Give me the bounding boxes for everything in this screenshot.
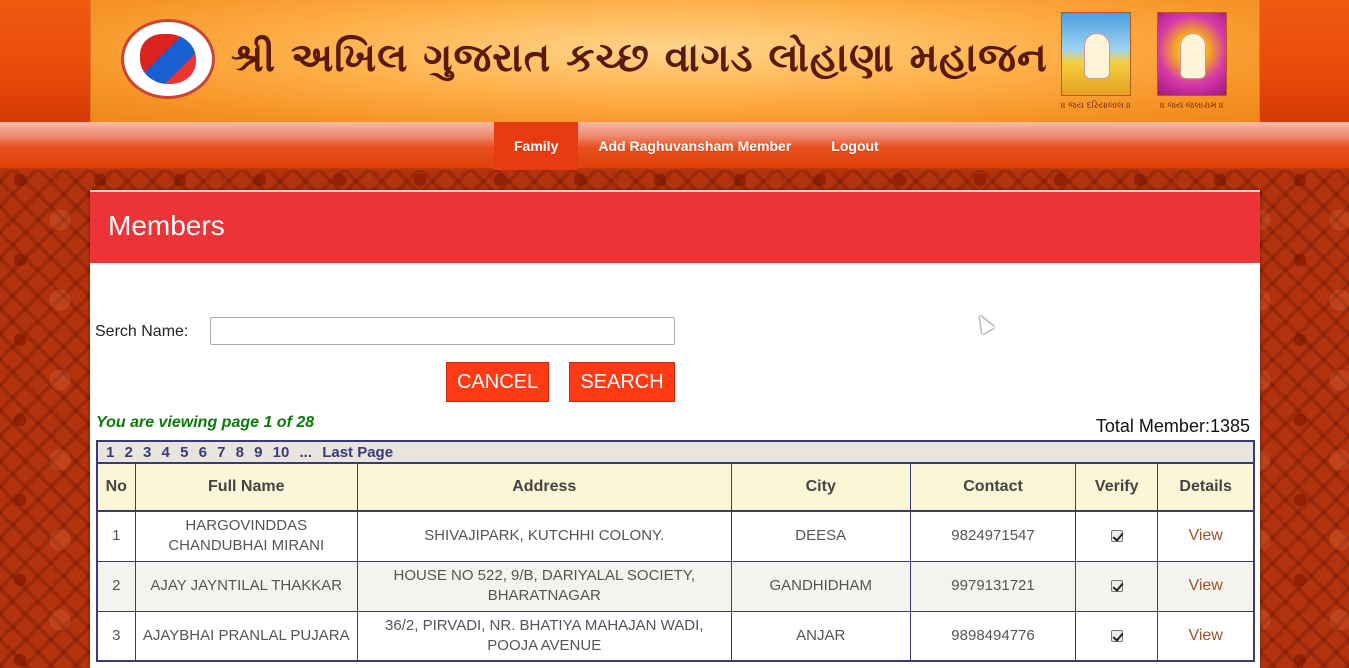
verified-checkbox[interactable] — [1110, 629, 1123, 642]
page-title: Members — [108, 210, 225, 241]
verified-checkbox[interactable] — [1110, 580, 1123, 593]
cell-details: View — [1157, 610, 1255, 662]
table-header-row: No Full Name Address City Contact Verify… — [96, 462, 1255, 512]
table-row: 3 AJAYBHAI PRANLAL PUJARA 36/2, PIRVADI,… — [96, 610, 1255, 662]
cell-full-name: HARGOVINDDAS CHANDUBHAI MIRANI — [134, 510, 358, 562]
total-members: Total Member:1385 — [1095, 416, 1250, 436]
cell-address: 36/2, PIRVADI, NR. BHATIYA MAHAJAN WADI,… — [356, 610, 732, 662]
cell-contact: 9824971547 — [909, 510, 1077, 562]
nav-logout[interactable]: Logout — [811, 122, 898, 170]
page-link-1[interactable]: 1 — [106, 444, 114, 461]
jalaram-image — [1157, 12, 1227, 96]
mahajan-logo — [121, 19, 215, 99]
cell-contact: 9979131721 — [909, 560, 1077, 612]
table-row: 1 HARGOVINDDAS CHANDUBHAI MIRANI SHIVAJI… — [96, 510, 1255, 562]
cell-verify — [1075, 510, 1159, 562]
table-row: 2 AJAY JAYNTILAL THAKKAR HOUSE NO 522, 9… — [96, 560, 1255, 612]
cell-address: SHIVAJIPARK, KUTCHHI COLONY. — [356, 510, 732, 562]
panel-header — [90, 190, 1260, 263]
cancel-button[interactable]: CANCEL — [446, 362, 549, 402]
cell-verify — [1075, 610, 1159, 662]
page-link-6[interactable]: 6 — [199, 444, 207, 461]
page-link-2[interactable]: 2 — [125, 444, 133, 461]
verified-checkbox[interactable] — [1110, 530, 1123, 543]
page-link-10[interactable]: 10 — [273, 444, 290, 461]
page-indicator: You are viewing page 1 of 28 — [96, 414, 315, 431]
cell-city: DEESA — [730, 510, 911, 562]
dariyalal-image — [1061, 12, 1131, 96]
col-city: City — [730, 462, 911, 512]
deity-caption-1: ॥ જય દરિયાલાલ ॥ — [1061, 100, 1131, 110]
page-link-8[interactable]: 8 — [236, 444, 244, 461]
col-details: Details — [1157, 462, 1255, 512]
col-full-name: Full Name — [134, 462, 358, 512]
page-link-7[interactable]: 7 — [217, 444, 225, 461]
nav-add-raghuvansham-member[interactable]: Add Raghuvansham Member — [578, 122, 811, 170]
deity-caption-2: ॥ જય જલારામ ॥ — [1160, 100, 1224, 110]
cell-address: HOUSE NO 522, 9/B, DARIYALAL SOCIETY, BH… — [356, 560, 732, 612]
cell-full-name: AJAY JAYNTILAL THAKKAR — [134, 560, 358, 612]
cell-no: 2 — [96, 560, 136, 612]
col-no: No — [96, 462, 136, 512]
page-link-5[interactable]: 5 — [180, 444, 188, 461]
page-link-4[interactable]: 4 — [162, 444, 170, 461]
members-table: 1 2 3 4 5 6 7 8 9 10 ... Last Page No Fu… — [96, 440, 1255, 662]
main-nav: Family Add Raghuvansham Member Logout — [494, 122, 899, 170]
pager: 1 2 3 4 5 6 7 8 9 10 ... Last Page — [97, 441, 1254, 464]
page-link-3[interactable]: 3 — [143, 444, 151, 461]
col-contact: Contact — [909, 462, 1077, 512]
col-verify: Verify — [1075, 462, 1159, 512]
search-name-label: Serch Name: — [95, 323, 189, 340]
nav-family[interactable]: Family — [494, 122, 579, 170]
cell-details: View — [1157, 560, 1255, 612]
gujarat-map-icon — [140, 34, 196, 84]
cell-details: View — [1157, 510, 1255, 562]
site-banner: શ્રી અખિલ ગુજરાત કચ્છ વાગડ લોહાણા મહાજન … — [90, 0, 1260, 122]
cell-city: ANJAR — [730, 610, 911, 662]
page-link-last[interactable]: Last Page — [322, 444, 393, 461]
search-name-input[interactable] — [210, 317, 675, 345]
site-title: શ્રી અખિલ ગુજરાત કચ્છ વાગડ લોહાણા મહાજન — [231, 35, 1048, 81]
search-button[interactable]: SEARCH — [569, 362, 675, 402]
cell-contact: 9898494776 — [909, 610, 1077, 662]
nav-bar: Family Add Raghuvansham Member Logout — [0, 122, 1349, 170]
col-address: Address — [356, 462, 732, 512]
deity-figure-icon — [1084, 33, 1110, 79]
cell-verify — [1075, 560, 1159, 612]
view-link[interactable]: View — [1188, 527, 1222, 544]
view-link[interactable]: View — [1188, 627, 1222, 644]
cell-no: 1 — [96, 510, 136, 562]
cell-city: GANDHIDHAM — [730, 560, 911, 612]
cell-full-name: AJAYBHAI PRANLAL PUJARA — [134, 610, 358, 662]
deity-figure-icon — [1180, 33, 1206, 79]
cell-no: 3 — [96, 610, 136, 662]
members-panel: Members Serch Name: CANCEL SEARCH You ar… — [90, 190, 1260, 668]
page-link-9[interactable]: 9 — [254, 444, 262, 461]
pager-row: 1 2 3 4 5 6 7 8 9 10 ... Last Page — [97, 441, 1254, 464]
view-link[interactable]: View — [1188, 577, 1222, 594]
page-ellipsis[interactable]: ... — [300, 444, 313, 461]
